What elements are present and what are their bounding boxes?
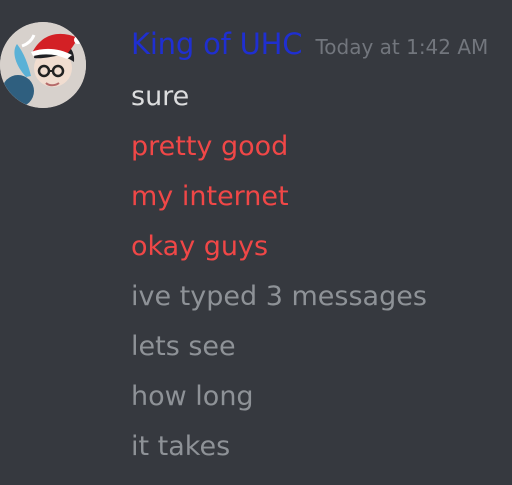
avatar-icon — [0, 22, 86, 108]
message-item: my internet — [131, 181, 289, 212]
message-list: sure pretty good my internet okay guys i… — [131, 77, 427, 477]
message-item: lets see — [131, 331, 236, 362]
message-item: it takes — [131, 431, 231, 462]
message-item: ive typed 3 messages — [131, 281, 427, 312]
message-header: King of UHC Today at 1:42 AM — [131, 26, 488, 67]
timestamp: Today at 1:42 AM — [315, 35, 489, 59]
message-group: King of UHC Today at 1:42 AM sure pretty… — [0, 0, 512, 485]
message-item: okay guys — [131, 231, 269, 262]
message-item: sure — [131, 81, 190, 112]
message-item: how long — [131, 381, 254, 412]
username[interactable]: King of UHC — [131, 27, 303, 61]
message-item: pretty good — [131, 131, 289, 162]
user-avatar[interactable] — [0, 22, 86, 108]
